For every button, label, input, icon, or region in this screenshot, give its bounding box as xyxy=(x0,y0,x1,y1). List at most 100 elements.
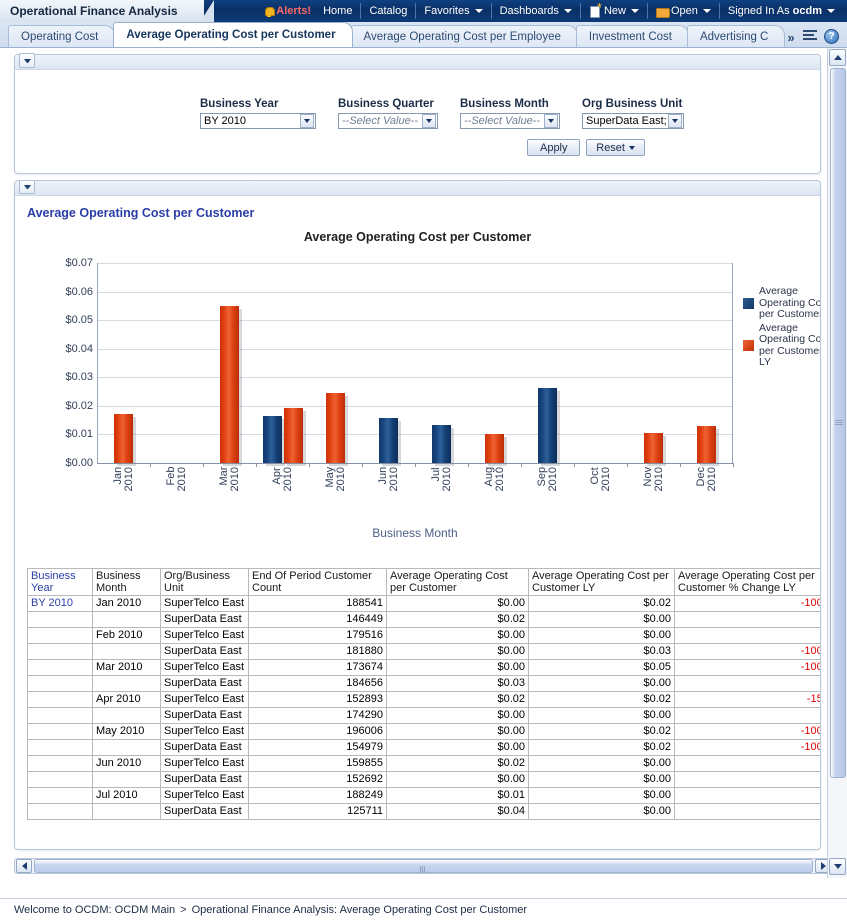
report-collapse-button[interactable] xyxy=(19,180,35,194)
chart-y-tick-label: $0.01 xyxy=(65,428,93,440)
global-header: Operational Finance Analysis Alerts! Hom… xyxy=(0,0,847,22)
chart-bar[interactable] xyxy=(220,306,239,463)
chevron-down-icon[interactable] xyxy=(300,114,314,128)
business-year-select[interactable]: BY 2010 xyxy=(200,113,316,129)
column-header-org-business-unit[interactable]: Org/Business Unit xyxy=(161,569,249,596)
column-header-avg-cost-pct-change-ly[interactable]: Average Operating Cost per Customer % Ch… xyxy=(675,569,822,596)
chart-x-tick xyxy=(733,463,734,467)
nav-favorites[interactable]: Favorites xyxy=(416,3,491,19)
cell-business-month xyxy=(93,804,161,820)
reset-label: Reset xyxy=(596,142,625,154)
nav-catalog[interactable]: Catalog xyxy=(361,3,416,19)
cell-avg-cost-ly: $0.00 xyxy=(529,708,675,724)
horizontal-scroll-thumb[interactable] xyxy=(34,859,813,873)
table-row: Mar 2010SuperTelco East173674$0.00$0.05-… xyxy=(28,660,822,676)
horizontal-scroll-area xyxy=(0,856,827,878)
legend-item[interactable]: Average Operating Cost per Customer xyxy=(743,286,821,321)
chart-bar[interactable] xyxy=(432,425,451,463)
chart-container: Average Operating Cost per Customer $0.0… xyxy=(15,230,820,550)
report-table-container: Business Year Business Month Org/Busines… xyxy=(27,568,821,820)
app-title-tab[interactable]: Operational Finance Analysis xyxy=(0,0,204,22)
tab-label: Average Operating Cost per Employee xyxy=(364,31,561,43)
legend-item[interactable]: Average Operating Cost per Customer LY xyxy=(743,323,821,369)
cell-business-year xyxy=(28,756,93,772)
chart-bar[interactable] xyxy=(697,426,716,463)
nav-signed-in-as[interactable]: Signed In As ocdm xyxy=(720,3,843,19)
chart-bar[interactable] xyxy=(114,414,133,463)
apply-button[interactable]: Apply xyxy=(527,139,580,156)
cell-avg-cost: $0.00 xyxy=(387,740,529,756)
page-options-icon[interactable] xyxy=(803,30,818,43)
org-business-unit-select[interactable]: SuperData East;S xyxy=(582,113,684,129)
breadcrumb-separator: > xyxy=(175,904,191,916)
cell-business-month: Jan 2010 xyxy=(93,596,161,612)
horizontal-scrollbar[interactable] xyxy=(14,858,827,874)
column-header-business-month[interactable]: Business Month xyxy=(93,569,161,596)
table-header-row: Business Year Business Month Org/Busines… xyxy=(28,569,822,596)
reset-button[interactable]: Reset xyxy=(586,139,645,156)
cell-pct-change-ly: -100.00 xyxy=(675,660,822,676)
chart-bar[interactable] xyxy=(326,393,345,463)
cell-avg-cost: $0.00 xyxy=(387,708,529,724)
chart-bar[interactable] xyxy=(485,434,504,463)
column-header-avg-cost-per-customer[interactable]: Average Operating Cost per Customer xyxy=(387,569,529,596)
cell-business-year xyxy=(28,804,93,820)
filter-label: Business Year xyxy=(200,98,316,110)
nav-home[interactable]: Home xyxy=(315,3,361,19)
scroll-up-button[interactable] xyxy=(829,49,846,66)
chart-x-tick xyxy=(468,463,469,467)
alerts-link[interactable]: Alerts! xyxy=(256,3,315,19)
chart-bar[interactable] xyxy=(538,388,557,463)
chart-bar[interactable] xyxy=(379,418,398,463)
vertical-scrollbar[interactable] xyxy=(827,48,847,878)
nav-dashboards[interactable]: Dashboards xyxy=(492,3,581,19)
chart-x-tick xyxy=(627,463,628,467)
chevron-down-icon[interactable] xyxy=(544,114,558,128)
scroll-left-button[interactable] xyxy=(16,859,32,873)
chart-bar[interactable] xyxy=(284,408,303,463)
scroll-right-button[interactable] xyxy=(815,859,827,873)
chart-bar[interactable] xyxy=(263,416,282,463)
tab-operating-cost[interactable]: Operating Cost xyxy=(8,25,115,47)
cell-business-month xyxy=(93,644,161,660)
chart-bar[interactable] xyxy=(644,433,663,463)
chart-plot-area: $0.00$0.01$0.02$0.03$0.04$0.05$0.06$0.07 xyxy=(97,263,733,463)
report-table: Business Year Business Month Org/Busines… xyxy=(27,568,821,820)
cell-avg-cost: $0.04 xyxy=(387,804,529,820)
vertical-scroll-thumb[interactable] xyxy=(830,68,846,778)
filter-collapse-button[interactable] xyxy=(19,53,35,68)
chevron-down-icon[interactable] xyxy=(422,114,436,128)
catalog-label: Catalog xyxy=(369,5,407,17)
column-header-end-of-period-customer-count[interactable]: End Of Period Customer Count xyxy=(249,569,387,596)
grip-icon xyxy=(835,419,843,426)
chart-y-tick-label: $0.04 xyxy=(65,343,93,355)
apply-label: Apply xyxy=(540,142,568,154)
chart-y-tick-label: $0.00 xyxy=(65,457,93,469)
tab-investment-cost[interactable]: Investment Cost xyxy=(576,25,689,47)
business-month-select[interactable]: --Select Value-- xyxy=(460,113,560,129)
nav-new[interactable]: New xyxy=(581,3,648,19)
cell-avg-cost-ly: $0.03 xyxy=(529,644,675,660)
tab-advertising-cost[interactable]: Advertising C xyxy=(687,25,785,47)
more-tabs-icon[interactable]: » xyxy=(783,30,798,47)
scroll-down-button[interactable] xyxy=(829,858,846,875)
column-header-avg-cost-per-customer-ly[interactable]: Average Operating Cost per Customer LY xyxy=(529,569,675,596)
tab-average-operating-cost-per-employee[interactable]: Average Operating Cost per Employee xyxy=(351,25,578,47)
chart-bar-body xyxy=(284,408,303,463)
cell-business-month: Jul 2010 xyxy=(93,788,161,804)
help-icon[interactable]: ? xyxy=(824,29,839,44)
cell-pct-change-ly xyxy=(675,788,822,804)
cell-customer-count: 154979 xyxy=(249,740,387,756)
nav-open[interactable]: Open xyxy=(648,3,720,19)
chart-x-tick xyxy=(574,463,575,467)
column-header-business-year[interactable]: Business Year xyxy=(28,569,93,596)
chart-gridline xyxy=(98,349,732,350)
chart-x-tick-label: Aug 2010 xyxy=(484,467,506,491)
chevron-down-icon[interactable] xyxy=(668,114,682,128)
cell-avg-cost-ly: $0.00 xyxy=(529,772,675,788)
chart-bar-body xyxy=(326,393,345,463)
tab-label: Investment Cost xyxy=(589,31,672,43)
tab-average-operating-cost-per-customer[interactable]: Average Operating Cost per Customer xyxy=(113,22,352,47)
business-quarter-select[interactable]: --Select Value-- xyxy=(338,113,438,129)
chart-x-tick xyxy=(309,463,310,467)
